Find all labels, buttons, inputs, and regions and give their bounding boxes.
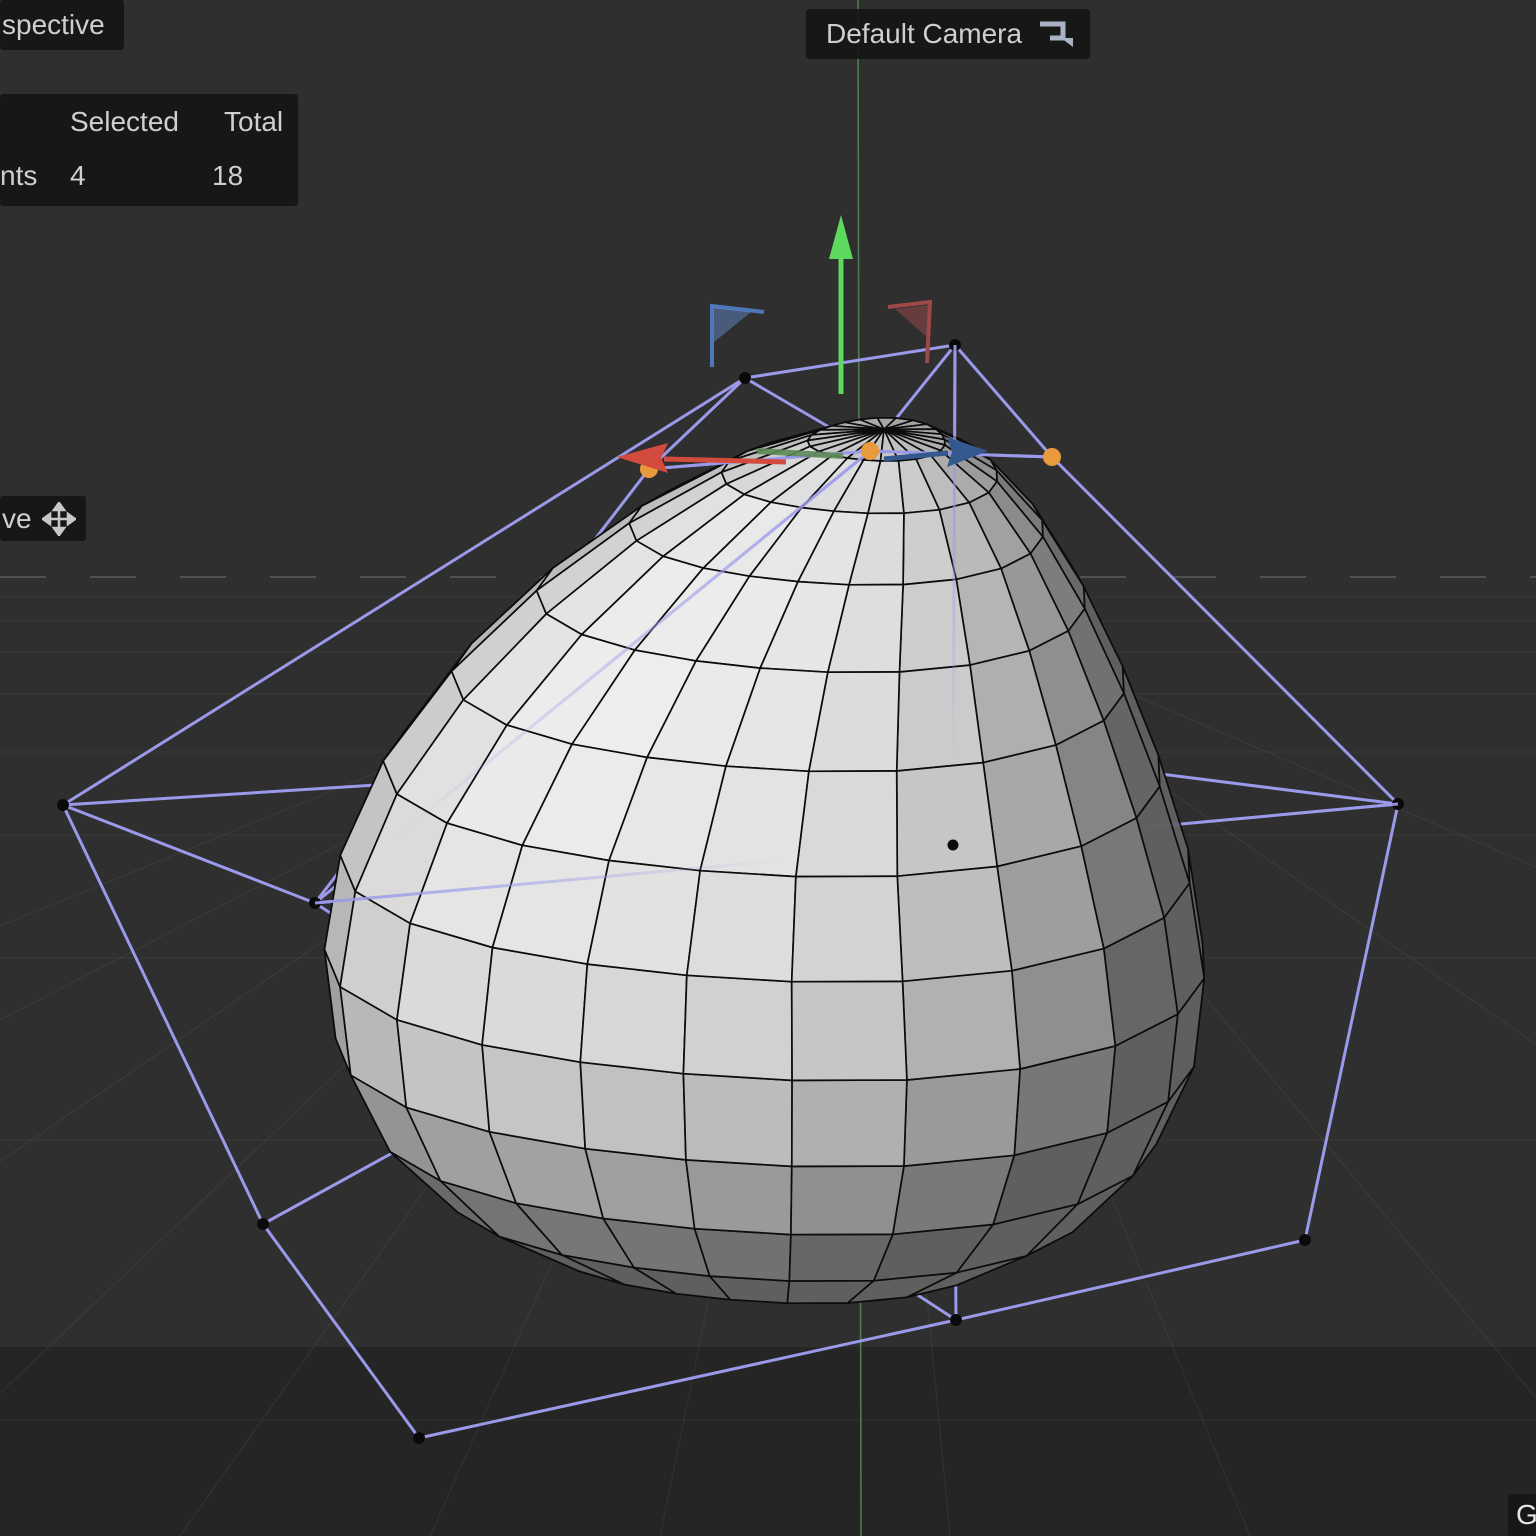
scene-canvas[interactable] (0, 0, 1536, 1536)
3d-viewport[interactable]: spective Selected Total nts 4 18 Default… (0, 0, 1536, 1536)
stats-row-label: nts (0, 162, 37, 190)
active-camera-label[interactable]: Default Camera (806, 9, 1090, 59)
cage-point[interactable] (1299, 1234, 1311, 1246)
active-tool-label[interactable]: ve (0, 496, 86, 541)
cage-point[interactable] (739, 372, 751, 384)
cage-point[interactable] (257, 1218, 269, 1230)
camera-name-text: Default Camera (826, 20, 1022, 48)
stats-total-count: 18 (212, 162, 243, 190)
selected-cage-point[interactable] (861, 442, 879, 460)
stats-header-total: Total (224, 108, 283, 136)
move-tool-icon (42, 502, 76, 536)
camera-icon[interactable] (1034, 17, 1076, 51)
viewport-name-label[interactable]: spective (0, 0, 124, 50)
selected-cage-point[interactable] (1043, 448, 1061, 466)
cage-point[interactable] (57, 799, 69, 811)
gizmo-x-axis-handle[interactable] (664, 459, 786, 462)
viewport-name-text: spective (2, 11, 105, 39)
selection-stats-panel: Selected Total nts 4 18 (0, 94, 298, 206)
cage-point[interactable] (413, 1432, 425, 1444)
corner-hud-label: G (1508, 1494, 1536, 1536)
corner-hud-text: G (1516, 1501, 1536, 1529)
tool-name-text: ve (2, 505, 32, 533)
cage-point[interactable] (950, 1314, 962, 1326)
object-axis-point (948, 840, 959, 851)
stats-selected-count: 4 (70, 162, 86, 190)
stats-header-selected: Selected (70, 108, 179, 136)
